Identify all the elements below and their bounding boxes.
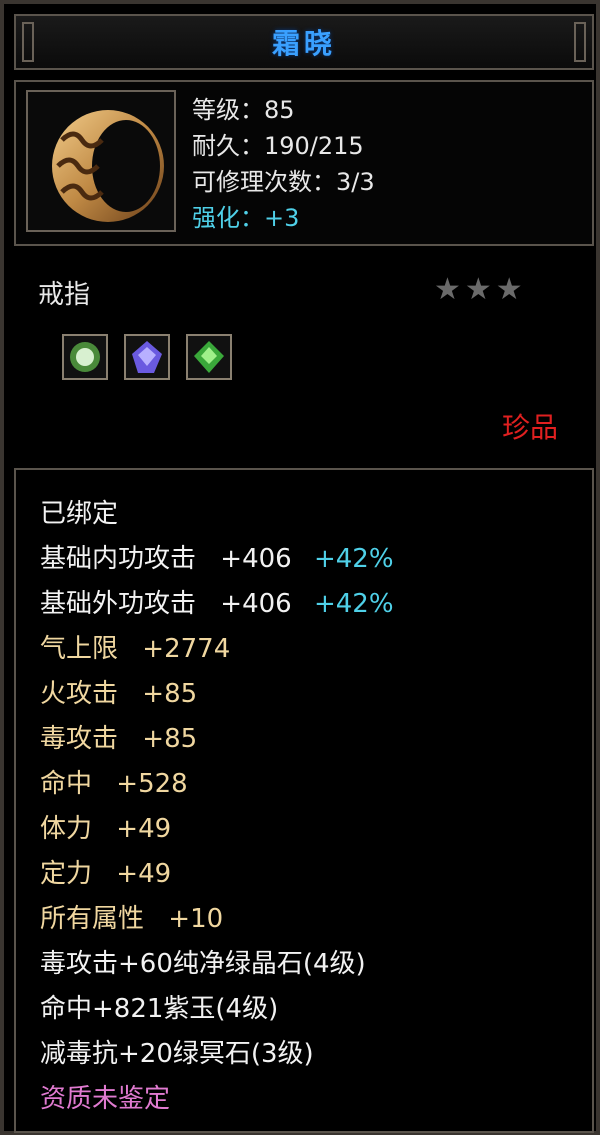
title-bar: 霜晓 <box>14 14 594 70</box>
attr-label: 基础外功攻击 <box>40 589 197 619</box>
socket-1[interactable] <box>62 334 108 380</box>
attr-row: 毒攻击 +85 <box>40 717 592 762</box>
attr-row: 基础内功攻击 +406 +42% <box>40 537 592 582</box>
attr-value: +85 <box>142 724 198 754</box>
item-tooltip: 霜晓 等级：85 耐久：190/215 可修理次数：3/3 强化：+3 戒指 ★… <box>0 0 600 1135</box>
gem-bonus-row: 毒攻击+60纯净绿晶石(4级) <box>40 949 366 979</box>
gem-bonus-row: 减毒抗+20绿冥石(3级) <box>40 1039 314 1069</box>
attr-value: +49 <box>116 859 172 889</box>
title-bar-cap-right <box>574 22 586 62</box>
attr-row: 所有属性 +10 <box>40 897 592 942</box>
attr-percent: +42% <box>313 544 394 574</box>
green-gem-icon <box>194 341 224 373</box>
item-type-area: 戒指 ★★★ 珍品 <box>14 256 594 452</box>
attr-label: 命中 <box>40 769 93 799</box>
bound-status: 已绑定 <box>40 499 119 529</box>
enhance-text: 强化：+3 <box>192 204 300 232</box>
durability-text: 耐久：190/215 <box>192 132 364 160</box>
attr-percent: +42% <box>313 589 394 619</box>
attr-value: +406 <box>220 544 292 574</box>
attr-label: 火攻击 <box>40 679 119 709</box>
ring-icon <box>52 110 164 222</box>
socket-2[interactable] <box>124 334 170 380</box>
level-text: 等级：85 <box>192 96 295 124</box>
attr-label: 气上限 <box>40 634 119 664</box>
attr-label: 基础内功攻击 <box>40 544 197 574</box>
attr-value: +2774 <box>142 634 231 664</box>
title-bar-cap-left <box>22 22 34 62</box>
attr-row: 基础外功攻击 +406 +42% <box>40 582 592 627</box>
attr-label: 定力 <box>40 859 93 889</box>
attr-row: 定力 +49 <box>40 852 592 897</box>
gem-bonus-row: 命中+821紫玉(4级) <box>40 994 279 1024</box>
item-name: 霜晓 <box>271 27 336 60</box>
attr-value: +528 <box>116 769 188 799</box>
attr-value: +10 <box>168 904 224 934</box>
item-icon-frame <box>26 90 176 232</box>
attribute-list: 已绑定 基础内功攻击 +406 +42% 基础外功攻击 +406 +42% 气上… <box>14 468 594 1133</box>
attr-value: +85 <box>142 679 198 709</box>
attr-row: 火攻击 +85 <box>40 672 592 717</box>
attr-row: 气上限 +2774 <box>40 627 592 672</box>
socket-3[interactable] <box>186 334 232 380</box>
item-stats: 等级：85 耐久：190/215 可修理次数：3/3 强化：+3 <box>192 92 375 236</box>
quality-status: 资质未鉴定 <box>40 1084 171 1114</box>
item-info-panel: 等级：85 耐久：190/215 可修理次数：3/3 强化：+3 <box>14 80 594 246</box>
attr-value: +406 <box>220 589 292 619</box>
attr-row: 体力 +49 <box>40 807 592 852</box>
attr-label: 体力 <box>40 814 93 844</box>
repair-count-text: 可修理次数：3/3 <box>192 168 375 196</box>
attr-row: 命中 +528 <box>40 762 592 807</box>
attr-label: 所有属性 <box>40 904 145 934</box>
star-rating: ★★★ <box>434 272 527 307</box>
green-white-gem-icon <box>70 342 100 372</box>
item-type: 戒指 <box>38 280 91 310</box>
attr-label: 毒攻击 <box>40 724 119 754</box>
rarity-label: 珍品 <box>501 411 558 444</box>
purple-gem-icon <box>132 341 162 373</box>
attr-value: +49 <box>116 814 172 844</box>
